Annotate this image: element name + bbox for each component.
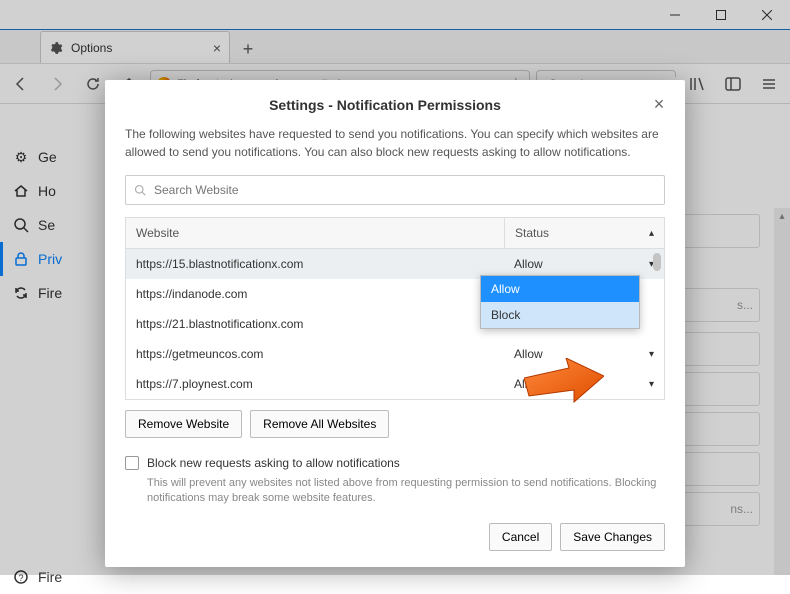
search-website-input[interactable]	[154, 183, 656, 197]
save-changes-button[interactable]: Save Changes	[560, 523, 665, 551]
checkbox-label: Block new requests asking to allow notif…	[147, 456, 400, 470]
status-dropdown[interactable]: Allow ▾	[504, 257, 664, 271]
website-cell: https://7.ploynest.com	[126, 377, 504, 391]
website-cell: https://21.blastnotificationx.com	[126, 317, 504, 331]
notification-permissions-dialog: Settings - Notification Permissions × Th…	[105, 80, 685, 567]
website-cell: https://indanode.com	[126, 287, 504, 301]
dropdown-option-allow[interactable]: Allow	[481, 276, 639, 302]
permissions-table: Website Status ▴ https://15.blastnotific…	[125, 217, 665, 400]
remove-website-button[interactable]: Remove Website	[125, 410, 242, 438]
cancel-button[interactable]: Cancel	[489, 523, 552, 551]
dialog-title: Settings - Notification Permissions	[121, 97, 649, 113]
checkbox-description: This will prevent any websites not liste…	[147, 476, 665, 507]
remove-all-websites-button[interactable]: Remove All Websites	[250, 410, 389, 438]
status-dropdown[interactable]: Allow ▾	[504, 347, 664, 361]
column-header-status[interactable]: Status ▴	[504, 218, 664, 248]
table-row[interactable]: https://getmeuncos.com Allow ▾	[126, 339, 664, 369]
search-icon	[134, 184, 146, 196]
dialog-description: The following websites have requested to…	[125, 125, 665, 161]
search-website-field[interactable]	[125, 175, 665, 205]
block-new-requests-checkbox[interactable]	[125, 456, 139, 470]
column-header-website[interactable]: Website	[126, 218, 504, 248]
table-scrollbar[interactable]	[652, 251, 662, 397]
dialog-close-button[interactable]: ×	[649, 94, 669, 115]
status-dropdown[interactable]: Allow ▾	[504, 377, 664, 391]
status-dropdown-popup: Allow Block	[480, 275, 640, 329]
table-row[interactable]: https://7.ploynest.com Allow ▾	[126, 369, 664, 399]
dropdown-option-block[interactable]: Block	[481, 302, 639, 328]
website-cell: https://getmeuncos.com	[126, 347, 504, 361]
website-cell: https://15.blastnotificationx.com	[126, 257, 504, 271]
caret-up-icon: ▴	[649, 228, 654, 239]
